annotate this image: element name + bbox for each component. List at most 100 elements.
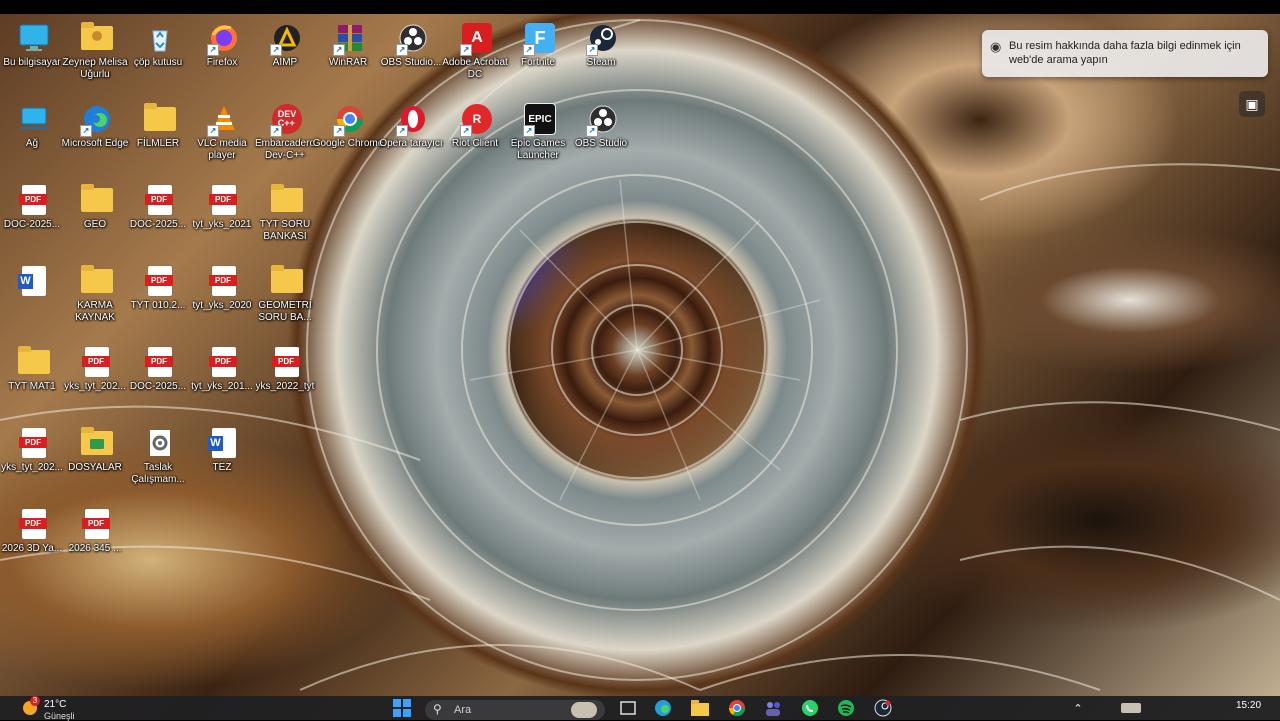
spotify-icon — [838, 700, 854, 716]
desktop-icon-tyt-yks-201[interactable]: PDF tyt_yks_201... — [191, 340, 256, 420]
desktop-icon-geo[interactable]: GEO — [65, 178, 129, 258]
taskbar-edge[interactable] — [653, 699, 673, 717]
task-view-icon — [620, 701, 636, 715]
desktop-icon-label: çöp kutusu — [133, 57, 183, 68]
shortcut-arrow-icon: ↗ — [207, 44, 219, 56]
desktop-icon-label: VLC media player — [197, 138, 247, 161]
desktop-icon-label: Google Chrome — [312, 138, 384, 149]
desktop-icon-geometri-soru[interactable]: GEOMETRİ SORU BA... — [255, 259, 319, 339]
pdf-icon: PDF — [208, 346, 240, 378]
desktop-icon-taslak-calisma[interactable]: Taslak Çalışmam... — [128, 421, 192, 501]
tray-app-icon — [1121, 703, 1141, 713]
desktop-icon-microsoft-edge[interactable]: ↗ Microsoft Edge — [62, 97, 129, 177]
shortcut-arrow-icon: ↗ — [207, 125, 219, 137]
desktop-icon-2026-345[interactable]: PDF 2026 345 ... — [65, 502, 129, 582]
desktop-icon-ag[interactable]: Ağ — [2, 97, 66, 177]
shortcut-arrow-icon: ↗ — [523, 44, 535, 56]
taskbar-spotify[interactable] — [836, 699, 856, 717]
desktop-icon-yks-tyt-202-1[interactable]: PDF yks_tyt_202... — [64, 340, 129, 420]
desktop-icon-opera[interactable]: ↗ Opera tarayıcı — [379, 97, 445, 177]
taskbar-steam[interactable] — [873, 699, 893, 717]
desktop-icon-epic-games[interactable]: EPIC ↗ Epic Games Launcher — [508, 97, 572, 177]
folder-icon — [144, 103, 176, 135]
desktop-icon-karma-kaynak[interactable]: KARMA KAYNAK — [65, 259, 129, 339]
desktop-icon-embarcadero[interactable]: DEV C++ ↗ Embarcadero Dev-C++ — [255, 97, 319, 177]
desktop-icon-obs-studio-1[interactable]: ↗ OBS Studio... — [381, 16, 445, 96]
desktop-icon-label: Riot Client — [451, 138, 499, 149]
desktop-icon-aimp[interactable]: ↗ AIMP — [255, 16, 319, 96]
edge-icon — [655, 700, 671, 716]
desktop-icon-winrar[interactable]: ↗ WinRAR — [318, 16, 382, 96]
shortcut-arrow-icon: ↗ — [333, 44, 345, 56]
desktop-icon-dosyalar[interactable]: DOSYALAR — [65, 421, 129, 501]
taskbar-chrome[interactable] — [727, 699, 747, 717]
shortcut-arrow-icon: ↗ — [523, 125, 535, 137]
desktop-icon-label: yks_2022_tyt — [255, 381, 315, 392]
taskbar-search-box[interactable]: ⚲ Ara — [425, 700, 605, 720]
search-placeholder: Ara — [454, 704, 472, 716]
desktop-icon-label: AIMP — [272, 57, 298, 68]
desktop-icon-label: yks_tyt_202... — [1, 462, 63, 473]
show-hidden-icons-button[interactable]: ⌃ — [1068, 699, 1088, 717]
desktop-icon-yks-2022-tyt[interactable]: PDF yks_2022_tyt — [255, 340, 319, 420]
desktop-icon-vlc[interactable]: ↗ VLC media player — [192, 97, 256, 177]
tray-app-button[interactable] — [1120, 699, 1142, 717]
desktop-icon-doc-2025-1[interactable]: PDF DOC-2025... — [2, 178, 66, 258]
desktop-icon-steam[interactable]: ↗ Steam — [571, 16, 635, 96]
desktop-icon-bu-bilgisayar[interactable]: Bu bilgisayar — [2, 16, 66, 96]
desktop-icon-2026-3d[interactable]: PDF 2026 3D Ya... — [2, 502, 66, 582]
desktop-icon-filmler[interactable]: FİLMLER — [128, 97, 192, 177]
chrome-icon — [728, 700, 746, 717]
pdf-icon: PDF — [81, 346, 113, 378]
desktop-icon-label: TYT MAT1 — [8, 381, 56, 392]
steam-icon — [874, 699, 892, 717]
notification-text: Bu resim hakkında daha fazla bilgi edinm… — [1009, 40, 1241, 66]
teams-icon — [766, 702, 780, 716]
desktop-icon-label: FİLMLER — [136, 138, 180, 149]
desktop-icon-adobe-acrobat[interactable]: A ↗ Adobe Acrobat DC — [442, 16, 509, 96]
desktop-icon-doc-2025-2[interactable]: PDF DOC-2025... — [128, 178, 192, 258]
chrome-icon: ↗ — [333, 103, 366, 137]
desktop-icon-zeynep-melisa-ugurlu[interactable]: Zeynep Melisa Uğurlu — [62, 16, 129, 96]
desktop-icon-tez[interactable]: W TEZ — [192, 421, 256, 501]
desktop-icon-obs-studio-2[interactable]: ↗ OBS Studio — [571, 97, 635, 177]
desktop-icon-label: Ağ — [25, 138, 39, 149]
desktop-icon-label: TYT SORU BANKASI — [259, 219, 311, 242]
visual-search-notification[interactable]: ◉ Bu resim hakkında daha fazla bilgi edi… — [982, 30, 1268, 77]
desktop-icon-tyt-soru-bankasi[interactable]: TYT SORU BANKASI — [255, 178, 319, 258]
taskbar-clock[interactable]: 15:20 — [1236, 700, 1261, 711]
desktop-icon-word-doc-1[interactable]: W — [2, 259, 66, 339]
desktop-icon-riot-client[interactable]: R ↗ Riot Client — [445, 97, 509, 177]
desktop-icon-google-chrome[interactable]: ↗ Google Chrome — [313, 97, 383, 177]
fortnite-icon: F ↗ — [523, 22, 556, 56]
folder-icon — [81, 265, 113, 297]
desktop-icon-yks-tyt-202-2[interactable]: PDF yks_tyt_202... — [1, 421, 66, 501]
folder-icon — [691, 700, 709, 716]
desktop-icon-label: Microsoft Edge — [61, 138, 129, 149]
desktop-icon-tyt-mat1[interactable]: TYT MAT1 — [2, 340, 66, 420]
desktop-icon-tyt-010[interactable]: PDF TYT 010.2... — [128, 259, 192, 339]
desktop-icon-label: TEZ — [212, 462, 232, 473]
taskbar-teams[interactable] — [763, 699, 783, 717]
recycle-icon — [144, 22, 176, 54]
desktop-icon-tyt-yks-2021[interactable]: PDF tyt_yks_2021 — [192, 178, 256, 258]
desktop-icon-label: Embarcadero Dev-C++ — [254, 138, 316, 161]
start-button[interactable] — [392, 699, 412, 717]
search-highlight-icon — [571, 702, 597, 718]
desktop-icon-label: Steam — [586, 57, 616, 68]
desktop-icon-fortnite[interactable]: F ↗ Fortnite — [508, 16, 572, 96]
task-view-button[interactable] — [618, 699, 638, 717]
taskbar-whatsapp[interactable] — [800, 699, 820, 717]
desktop-icon-doc-2025-3[interactable]: PDF DOC-2025... — [128, 340, 192, 420]
desktop-icon-cop-kutusu[interactable]: çöp kutusu — [128, 16, 192, 96]
weather-badge: 3 — [30, 696, 40, 706]
visual-search-lens-button[interactable]: ▣ — [1239, 91, 1265, 117]
desktop-icon-firefox[interactable]: ↗ Firefox — [192, 16, 256, 96]
aimp-icon: ↗ — [270, 22, 303, 56]
taskbar-file-explorer[interactable] — [690, 699, 710, 717]
desktop-icon-tyt-yks-2020[interactable]: PDF tyt_yks_2020 — [192, 259, 256, 339]
desktop-icon-label: DOC-2025... — [129, 381, 187, 392]
folder-icon — [271, 184, 303, 216]
desktop-icon-label: yks_tyt_202... — [64, 381, 126, 392]
riot-icon: R ↗ — [460, 103, 493, 137]
